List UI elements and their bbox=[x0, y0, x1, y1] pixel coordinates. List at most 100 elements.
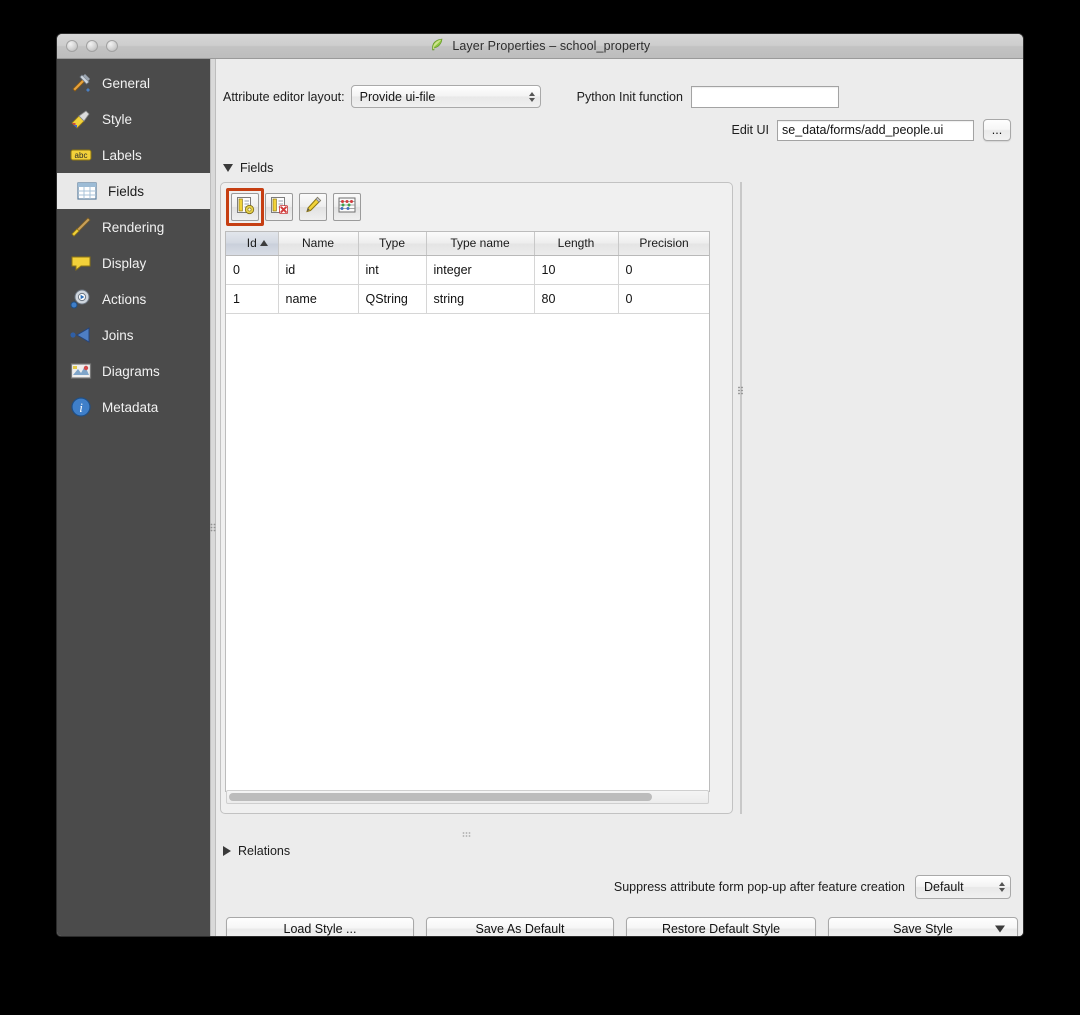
edit-ui-browse-label: ... bbox=[991, 123, 1003, 137]
close-button[interactable] bbox=[66, 40, 78, 52]
suppress-attribute-form-label: Suppress attribute form pop-up after fea… bbox=[613, 880, 905, 894]
fields-bottom-splitter-grip-icon[interactable] bbox=[462, 824, 471, 842]
sidebar-item-label: Rendering bbox=[102, 219, 165, 235]
relations-group-header[interactable]: Relations bbox=[223, 844, 290, 858]
column-header-length[interactable]: Length bbox=[534, 232, 619, 256]
zoom-button[interactable] bbox=[106, 40, 118, 52]
attribute-editor-layout-value: Provide ui-file bbox=[359, 89, 436, 104]
screenshot-root: Layer Properties – school_property Gener… bbox=[0, 0, 1080, 1015]
fields-toolbar bbox=[226, 188, 361, 226]
suppress-attribute-form-combobox[interactable]: Default bbox=[915, 875, 1011, 899]
sidebar-item-metadata[interactable]: i Metadata bbox=[57, 389, 210, 425]
save-style-label: Save Style bbox=[893, 921, 953, 936]
column-header-precision[interactable]: Precision bbox=[618, 232, 709, 256]
cell-name: id bbox=[278, 255, 359, 285]
diagram-image-icon bbox=[69, 359, 93, 383]
column-header-type[interactable]: Type bbox=[358, 232, 427, 256]
cell-name: name bbox=[278, 284, 359, 314]
paintbrush-palette-icon bbox=[69, 107, 93, 131]
broom-icon bbox=[69, 215, 93, 239]
python-init-function-input[interactable] bbox=[690, 85, 839, 108]
svg-text:abc: abc bbox=[75, 151, 88, 160]
qgis-leaf-icon bbox=[430, 38, 444, 55]
fields-table: Id Name Type Type name Length Precision … bbox=[226, 232, 709, 314]
edit-ui-path-input[interactable] bbox=[777, 119, 974, 141]
cell-type-name: integer bbox=[426, 255, 535, 285]
restore-default-style-button[interactable]: Restore Default Style bbox=[626, 917, 816, 936]
sidebar-item-diagrams[interactable]: Diagrams bbox=[57, 353, 210, 389]
toggle-editing-button[interactable] bbox=[299, 193, 327, 221]
column-header-label: Length bbox=[557, 236, 595, 251]
sidebar-item-joins[interactable]: Joins bbox=[57, 317, 210, 353]
table-header-row: Id Name Type Type name Length Precision bbox=[226, 232, 709, 256]
sidebar-item-label: Display bbox=[102, 255, 147, 271]
scrollbar-thumb[interactable] bbox=[229, 793, 653, 801]
fields-right-splitter[interactable] bbox=[740, 182, 742, 814]
new-column-button[interactable] bbox=[226, 188, 264, 226]
sidebar-item-label: Diagrams bbox=[102, 363, 160, 379]
stepper-arrows-icon bbox=[999, 882, 1005, 892]
cell-length: 10 bbox=[534, 255, 619, 285]
column-header-name[interactable]: Name bbox=[278, 232, 359, 256]
window-title-text: Layer Properties – school_property bbox=[57, 38, 1023, 55]
minimize-button[interactable] bbox=[86, 40, 98, 52]
relations-group-title: Relations bbox=[238, 844, 291, 858]
gear-play-icon bbox=[69, 287, 93, 311]
svg-text:i: i bbox=[79, 400, 83, 415]
horizontal-scrollbar[interactable] bbox=[226, 790, 709, 804]
column-header-label: Precision bbox=[639, 236, 689, 251]
cell-type-name: string bbox=[426, 284, 535, 314]
layer-properties-dialog: Layer Properties – school_property Gener… bbox=[56, 33, 1024, 937]
column-header-label: Id bbox=[246, 236, 257, 251]
window-controls bbox=[66, 40, 118, 52]
hammer-wrench-icon bbox=[69, 71, 93, 95]
sort-ascending-icon bbox=[259, 240, 268, 246]
speech-bubble-icon bbox=[69, 251, 93, 275]
table-row[interactable]: 0 id int integer 10 0 bbox=[226, 255, 709, 285]
attribute-editor-layout-combobox[interactable]: Provide ui-file bbox=[350, 85, 541, 108]
sidebar-item-actions[interactable]: Actions bbox=[57, 281, 210, 317]
sidebar-item-labels[interactable]: abc Labels bbox=[57, 137, 210, 173]
fields-group-box: Id Name Type Type name Length Precision … bbox=[220, 182, 733, 814]
sidebar-item-label: General bbox=[102, 75, 151, 91]
field-calculator-button[interactable] bbox=[333, 193, 361, 221]
fields-table-container[interactable]: Id Name Type Type name Length Precision … bbox=[225, 231, 710, 792]
pencil-icon bbox=[303, 195, 323, 220]
load-style-button[interactable]: Load Style ... bbox=[226, 917, 414, 936]
sidebar-item-rendering[interactable]: Rendering bbox=[57, 209, 210, 245]
style-buttons-row: Load Style ... Save As Default Restore D… bbox=[226, 917, 1018, 936]
restore-default-style-label: Restore Default Style bbox=[661, 921, 781, 936]
column-header-label: Name bbox=[301, 236, 334, 251]
abacus-calculator-icon bbox=[337, 195, 357, 220]
properties-sidebar: General Style abc Labels Fields Renderin… bbox=[57, 59, 210, 936]
sidebar-item-style[interactable]: Style bbox=[57, 101, 210, 137]
cell-length: 80 bbox=[534, 284, 619, 314]
column-header-id[interactable]: Id bbox=[226, 232, 279, 256]
suppress-attribute-form-row: Suppress attribute form pop-up after fea… bbox=[614, 875, 1011, 899]
abc-label-icon: abc bbox=[69, 143, 93, 167]
sidebar-item-general[interactable]: General bbox=[57, 65, 210, 101]
save-as-default-label: Save As Default bbox=[475, 921, 565, 936]
column-header-type-name[interactable]: Type name bbox=[426, 232, 535, 256]
column-header-label: Type bbox=[378, 236, 405, 251]
save-style-button[interactable]: Save Style bbox=[828, 917, 1018, 936]
python-init-function-label: Python Init function bbox=[576, 89, 683, 104]
edit-ui-browse-button[interactable]: ... bbox=[983, 119, 1011, 141]
sidebar-item-display[interactable]: Display bbox=[57, 245, 210, 281]
fields-group-header[interactable]: Fields bbox=[223, 161, 273, 175]
cell-id: 0 bbox=[226, 255, 279, 285]
sidebar-item-fields[interactable]: Fields bbox=[57, 173, 210, 209]
splitter-grip-icon bbox=[737, 382, 744, 400]
chevron-down-icon bbox=[995, 925, 1005, 932]
table-grid-icon bbox=[75, 179, 99, 203]
delete-column-button[interactable] bbox=[265, 193, 293, 221]
sidebar-item-label: Metadata bbox=[102, 399, 159, 415]
delete-column-icon bbox=[269, 195, 289, 220]
table-row[interactable]: 1 name QString string 80 0 bbox=[226, 284, 709, 314]
sidebar-item-label: Joins bbox=[102, 327, 134, 343]
cell-id: 1 bbox=[226, 284, 279, 314]
window-title-label: Layer Properties – school_property bbox=[452, 38, 651, 53]
save-as-default-button[interactable]: Save As Default bbox=[426, 917, 614, 936]
suppress-attribute-form-value: Default bbox=[924, 880, 964, 894]
dialog-body: General Style abc Labels Fields Renderin… bbox=[57, 59, 1023, 936]
